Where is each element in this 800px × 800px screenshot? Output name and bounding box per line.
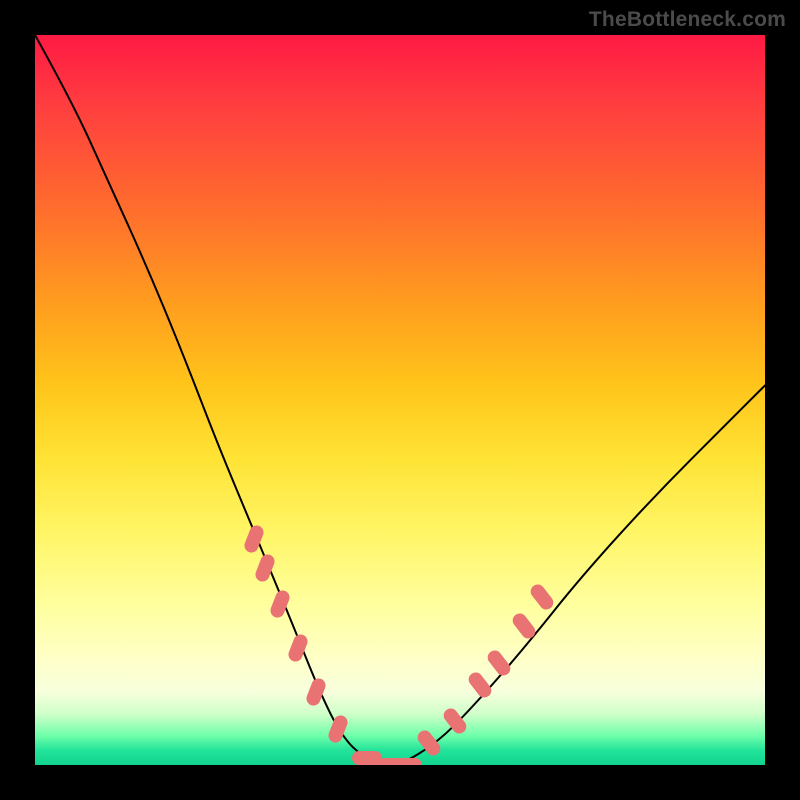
curve-path bbox=[35, 35, 765, 765]
chart-stage: TheBottleneck.com bbox=[0, 0, 800, 800]
highlight-segment bbox=[392, 758, 422, 765]
plot-area bbox=[35, 35, 765, 765]
watermark-text: TheBottleneck.com bbox=[589, 8, 786, 32]
bottleneck-curve bbox=[35, 35, 765, 765]
